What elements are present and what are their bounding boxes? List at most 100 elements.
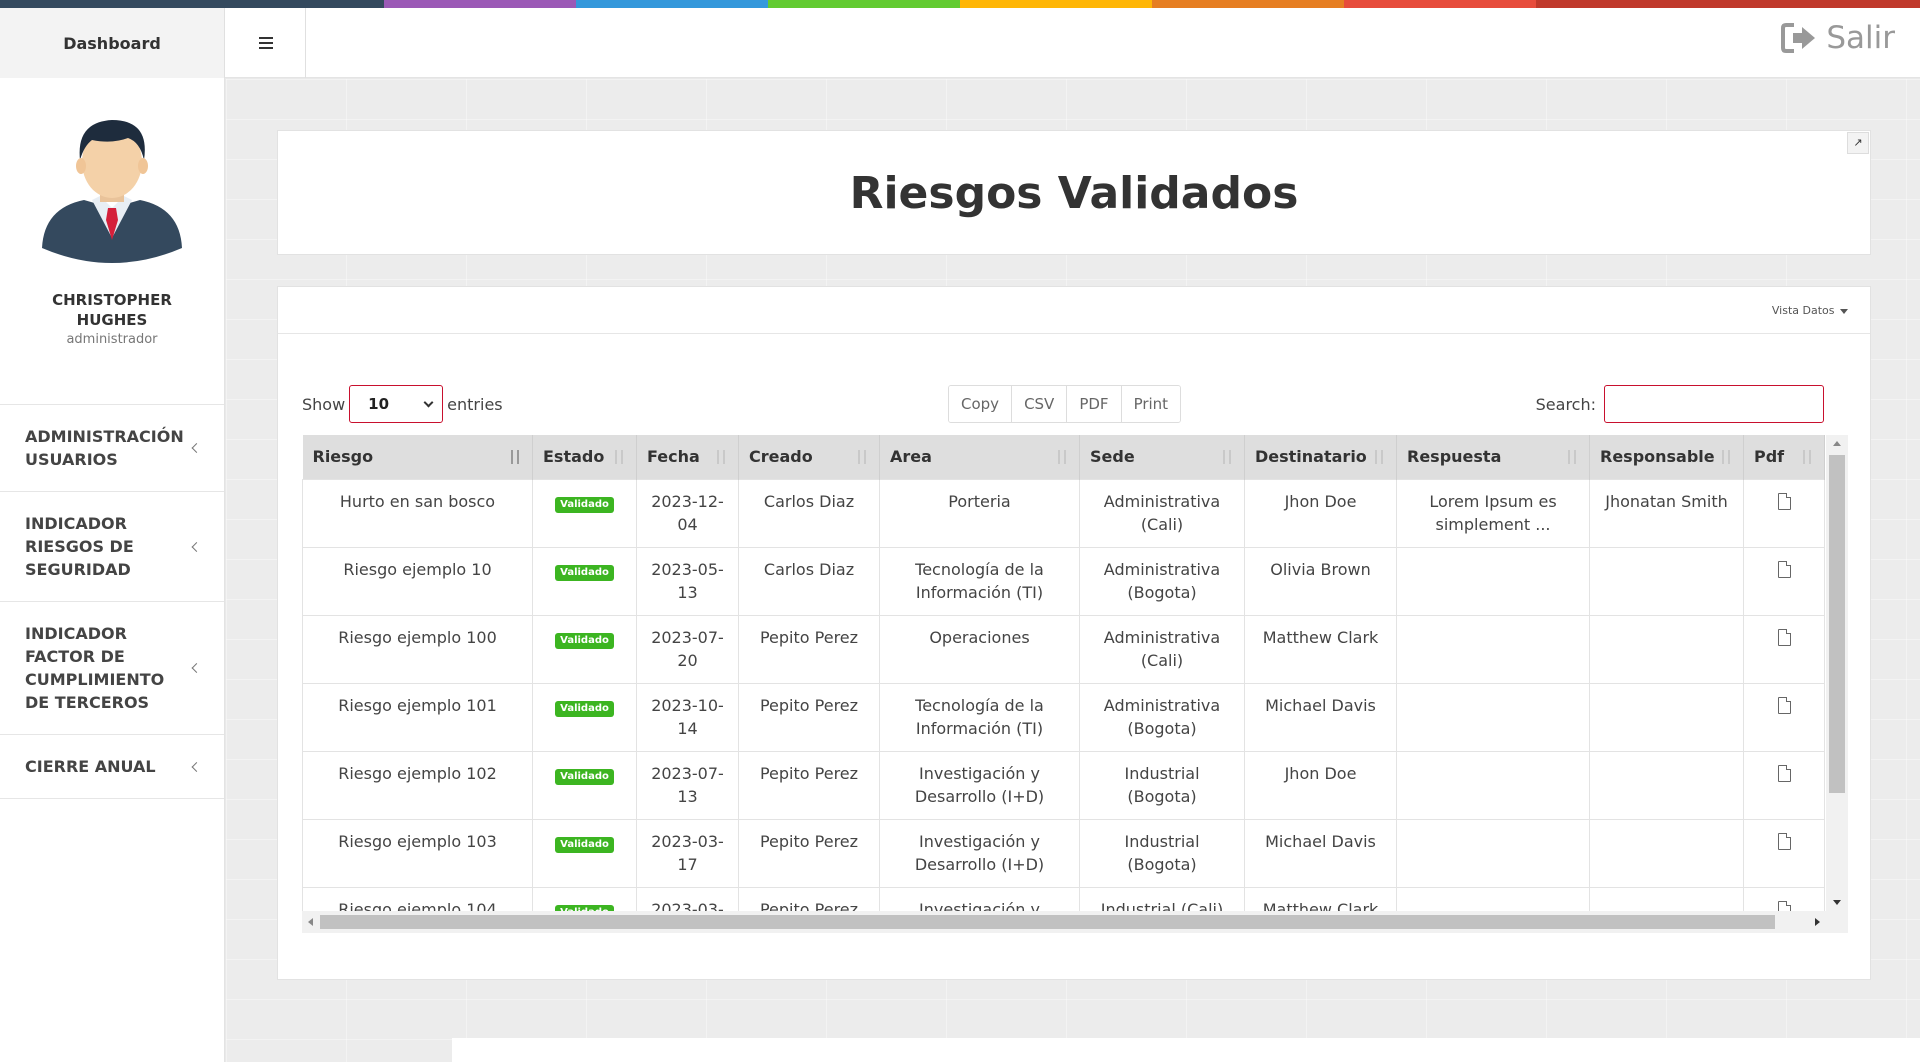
cell-estado: Validado (532, 818, 637, 888)
print-button[interactable]: Print (1121, 386, 1181, 422)
cell-respuesta (1396, 614, 1590, 684)
column-header-destinatario[interactable]: Destinatario (1244, 435, 1397, 479)
risks-table: Riesgo Estado Fecha Creado Area Sede Des… (302, 435, 1825, 933)
stripe-segment (1152, 0, 1344, 8)
column-header-respuesta[interactable]: Respuesta (1396, 435, 1590, 479)
table-row[interactable]: Riesgo ejemplo 101 Validado 2023-10-14 Pepi… (302, 682, 1825, 752)
logout-label: Salir (1826, 20, 1895, 56)
sidebar-item-label: INDICADOR FACTOR DE CUMPLIMIENTO DE TERC… (25, 624, 165, 712)
copy-button[interactable]: Copy (949, 386, 1013, 422)
file-pdf-icon[interactable] (1777, 696, 1791, 714)
sidebar-item-cierre-anual[interactable]: CIERRE ANUAL (0, 735, 224, 799)
column-header-creado[interactable]: Creado (738, 435, 880, 479)
file-pdf-icon[interactable] (1777, 832, 1791, 850)
chevron-left-icon (191, 663, 202, 673)
sidebar: CHRISTOPHER HUGHES administrador ADMINIS… (0, 78, 225, 1062)
cell-pdf (1743, 750, 1825, 820)
scroll-thumb[interactable] (1829, 455, 1845, 793)
status-badge: Validado (555, 836, 614, 853)
cell-estado: Validado (532, 614, 637, 684)
cell-sede: Administrativa (Bogota) (1079, 546, 1245, 616)
pdf-button[interactable]: PDF (1067, 386, 1122, 422)
stripe-segment (0, 0, 192, 8)
caret-down-icon (1840, 308, 1848, 314)
status-badge: Validado (555, 700, 614, 717)
scroll-right-icon[interactable] (1815, 918, 1820, 926)
table-row[interactable]: Hurto en san bosco Validado 2023-12-04 Carl… (302, 478, 1825, 548)
search-input[interactable] (1604, 385, 1824, 423)
cell-pdf (1743, 818, 1825, 888)
scroll-left-icon[interactable] (308, 918, 313, 926)
stripe-segment (960, 0, 1152, 8)
column-header-riesgo[interactable]: Riesgo (302, 435, 533, 479)
scroll-thumb[interactable] (320, 915, 1775, 929)
top-color-stripe (0, 0, 1920, 8)
cell-sede: Industrial (Bogota) (1079, 750, 1245, 820)
cell-creado: Pepito Perez (738, 614, 880, 684)
cell-riesgo: Riesgo ejemplo 103 (302, 818, 533, 888)
column-header-estado[interactable]: Estado (532, 435, 637, 479)
cell-riesgo: Riesgo ejemplo 10 (302, 546, 533, 616)
column-header-fecha[interactable]: Fecha (636, 435, 739, 479)
vertical-scrollbar[interactable] (1826, 435, 1848, 911)
cell-fecha: 2023-03-17 (636, 818, 739, 888)
table-row[interactable]: Riesgo ejemplo 100 Validado 2023-07-20 Pepi… (302, 614, 1825, 684)
table-row[interactable]: Riesgo ejemplo 103 Validado 2023-03-17 Pepi… (302, 818, 1825, 888)
sort-icon (1799, 448, 1815, 466)
expand-icon[interactable]: ↗ (1847, 132, 1869, 154)
table-scroll-area: Riesgo Estado Fecha Creado Area Sede Des… (302, 435, 1848, 933)
scroll-down-icon[interactable] (1833, 900, 1841, 905)
cell-riesgo: Riesgo ejemplo 101 (302, 682, 533, 752)
sidebar-item-administracion-usuarios[interactable]: ADMINISTRACIÓN USUARIOS (0, 405, 224, 492)
cell-responsable (1589, 750, 1744, 820)
cell-estado: Validado (532, 750, 637, 820)
sidebar-toggle-button[interactable] (226, 8, 306, 78)
file-pdf-icon[interactable] (1777, 764, 1791, 782)
brand-link[interactable]: Dashboard (0, 8, 225, 78)
column-header-pdf[interactable]: Pdf (1743, 435, 1825, 479)
stripe-segment (192, 0, 384, 8)
csv-button[interactable]: CSV (1012, 386, 1068, 422)
cell-responsable (1589, 614, 1744, 684)
cell-respuesta (1396, 818, 1590, 888)
chevron-down-icon (423, 397, 434, 407)
sidebar-item-indicador-terceros[interactable]: INDICADOR FACTOR DE CUMPLIMIENTO DE TERC… (0, 602, 224, 735)
sort-icon (1054, 448, 1070, 466)
entries-length-select[interactable]: 10 (349, 385, 444, 423)
cell-area: Operaciones (879, 614, 1080, 684)
cell-pdf (1743, 614, 1825, 684)
column-header-sede[interactable]: Sede (1079, 435, 1245, 479)
user-role: administrador (66, 332, 158, 347)
cell-sede: Industrial (Bogota) (1079, 818, 1245, 888)
cell-respuesta (1396, 750, 1590, 820)
page-title: Riesgos Validados (849, 168, 1299, 219)
table-body: Hurto en san bosco Validado 2023-12-04 Carl… (302, 478, 1825, 933)
cell-fecha: 2023-05-13 (636, 546, 739, 616)
file-pdf-icon[interactable] (1777, 628, 1791, 646)
cell-fecha: 2023-10-14 (636, 682, 739, 752)
logout-button[interactable]: Salir (1780, 20, 1895, 56)
chevron-left-icon (191, 761, 202, 772)
view-data-label: Vista Datos (1771, 304, 1835, 317)
cell-creado: Carlos Diaz (738, 546, 880, 616)
user-profile: CHRISTOPHER HUGHES administrador (0, 78, 224, 405)
table-row[interactable]: Riesgo ejemplo 10 Validado 2023-05-13 Carlo… (302, 546, 1825, 616)
search-label: Search: (1535, 394, 1596, 414)
cell-creado: Pepito Perez (738, 682, 880, 752)
export-buttons: Copy CSV PDF Print (948, 385, 1182, 423)
file-pdf-icon[interactable] (1777, 492, 1791, 510)
cell-estado: Validado (532, 546, 637, 616)
cell-estado: Validado (532, 682, 637, 752)
sidebar-item-indicador-riesgos[interactable]: INDICADOR RIESGOS DE SEGURIDAD (0, 492, 224, 602)
stripe-segment (576, 0, 768, 8)
scroll-up-icon[interactable] (1833, 441, 1841, 446)
table-row[interactable]: Riesgo ejemplo 102 Validado 2023-07-13 Pepi… (302, 750, 1825, 820)
cell-pdf (1743, 682, 1825, 752)
horizontal-scrollbar[interactable] (302, 911, 1848, 933)
column-header-responsable[interactable]: Responsable (1589, 435, 1744, 479)
table-search: Search: (1536, 385, 1824, 423)
cell-destinatario: Michael Davis (1244, 818, 1397, 888)
column-header-area[interactable]: Area (879, 435, 1080, 479)
view-data-dropdown[interactable]: Vista Datos (1772, 304, 1848, 317)
file-pdf-icon[interactable] (1777, 560, 1791, 578)
